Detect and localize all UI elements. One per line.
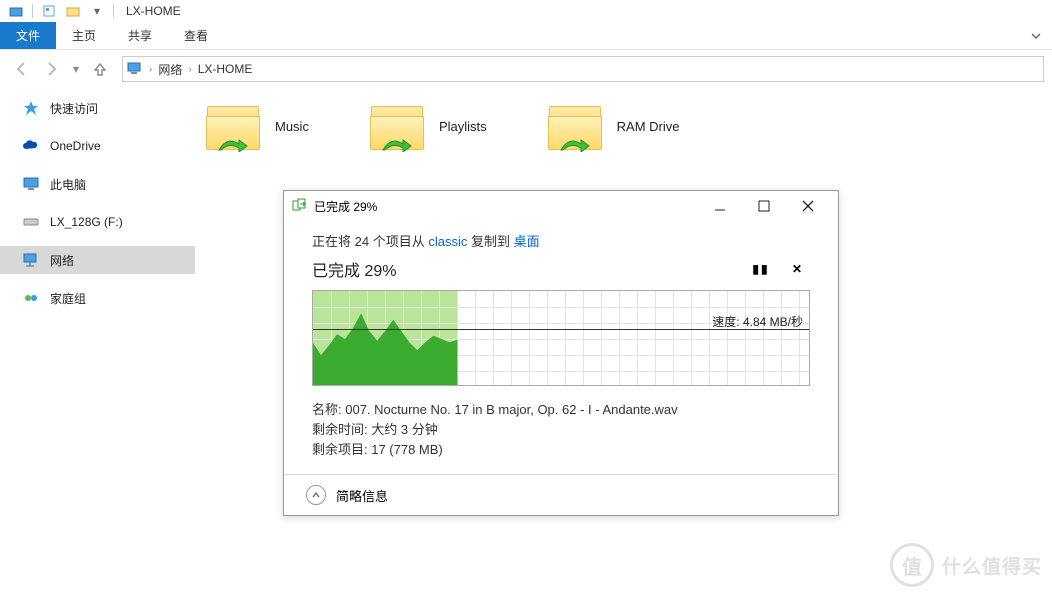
folder-share-icon [205,102,261,150]
sidebar-item-label: 网络 [50,252,74,269]
footer-label[interactable]: 简略信息 [336,486,388,505]
dialog-title: 已完成 29% [314,198,698,215]
folder-item-ramdrive[interactable]: RAM Drive [547,102,680,150]
breadcrumb-sep: › [188,64,191,75]
watermark: 值 什么值得买 [890,543,1042,587]
watermark-text: 什么值得买 [942,552,1042,579]
copy-icon [292,198,308,215]
folder-label: RAM Drive [617,119,680,134]
copy-details: 名称: 007. Nocturne No. 17 in B major, Op.… [312,400,810,460]
tab-view[interactable]: 查看 [168,22,224,49]
sidebar: 快速访问 OneDrive 此电脑 LX_128G (F:) 网络 家庭组 [0,88,195,593]
cloud-icon [22,137,40,155]
drive-icon [22,213,40,231]
pause-button[interactable]: ▮▮ [748,256,774,282]
nav-forward-button[interactable] [38,55,66,83]
folder-item-playlists[interactable]: Playlists [369,102,487,150]
folder-item-music[interactable]: Music [205,102,309,150]
dest-link[interactable]: 桌面 [514,234,540,249]
dialog-footer: 简略信息 [284,474,838,515]
qat-properties-icon[interactable] [41,3,57,19]
qat-divider [32,4,33,18]
detail-name: 007. Nocturne No. 17 in B major, Op. 62 … [345,402,677,417]
tab-home[interactable]: 主页 [56,22,112,49]
folder-share-icon [369,102,425,150]
sidebar-item-label: 家庭组 [50,290,86,307]
sidebar-item-onedrive[interactable]: OneDrive [0,132,195,160]
breadcrumb-host[interactable]: LX-HOME [198,62,253,76]
copy-dialog: 已完成 29% 正在将 24 个项目从 classic 复制到 桌面 已完成 2… [283,190,839,516]
sidebar-item-drive[interactable]: LX_128G (F:) [0,208,195,236]
source-link[interactable]: classic [428,234,467,249]
nav-back-button[interactable] [8,55,36,83]
sidebar-item-network[interactable]: 网络 [0,246,195,274]
tab-file[interactable]: 文件 [0,22,56,49]
title-bar: ▾ LX-HOME [0,0,1052,22]
qat-newfolder-icon[interactable] [65,3,81,19]
nav-bar: ▾ › 网络 › LX-HOME [0,50,1052,88]
window-title: LX-HOME [126,4,181,18]
sidebar-item-label: LX_128G (F:) [50,215,123,229]
nav-up-button[interactable] [86,55,114,83]
ribbon-tabs: 文件 主页 共享 查看 [0,22,1052,50]
window-system-icon[interactable] [8,3,24,19]
copy-description: 正在将 24 个项目从 classic 复制到 桌面 [312,231,810,250]
sidebar-item-homegroup[interactable]: 家庭组 [0,284,195,312]
folder-label: Music [275,119,309,134]
tab-share[interactable]: 共享 [112,22,168,49]
dialog-titlebar: 已完成 29% [284,191,838,221]
homegroup-icon [22,289,40,307]
collapse-details-button[interactable] [306,485,326,505]
speed-label: 速度: 4.84 MB/秒 [712,313,803,330]
qat-dropdown-icon[interactable]: ▾ [89,3,105,19]
detail-time: 大约 3 分钟 [371,422,437,437]
sidebar-item-label: 快速访问 [50,100,98,117]
sidebar-item-thispc[interactable]: 此电脑 [0,170,195,198]
minimize-button[interactable] [698,192,742,220]
sidebar-item-label: OneDrive [50,139,101,153]
nav-recent-dropdown[interactable]: ▾ [68,55,84,83]
watermark-icon: 值 [890,543,934,587]
detail-items: 17 (778 MB) [371,442,443,457]
network-icon [22,251,40,269]
sidebar-item-label: 此电脑 [50,176,86,193]
folder-share-icon [547,102,603,150]
progress-text: 已完成 29% [312,257,738,281]
sidebar-item-quickaccess[interactable]: 快速访问 [0,94,195,122]
star-icon [22,99,40,117]
folder-label: Playlists [439,119,487,134]
close-button[interactable] [786,192,830,220]
speed-chart: 速度: 4.84 MB/秒 [312,290,810,386]
maximize-button[interactable] [742,192,786,220]
address-pc-icon [127,61,143,78]
dialog-body: 正在将 24 个项目从 classic 复制到 桌面 已完成 29% ▮▮ ✕ … [284,221,838,474]
qat-divider-2 [113,4,114,18]
cancel-button[interactable]: ✕ [784,256,810,282]
address-bar[interactable]: › 网络 › LX-HOME [122,56,1044,82]
ribbon-expand-icon[interactable] [1020,22,1052,49]
breadcrumb-network[interactable]: 网络 [158,61,182,78]
breadcrumb-sep: › [149,64,152,75]
pc-icon [22,175,40,193]
